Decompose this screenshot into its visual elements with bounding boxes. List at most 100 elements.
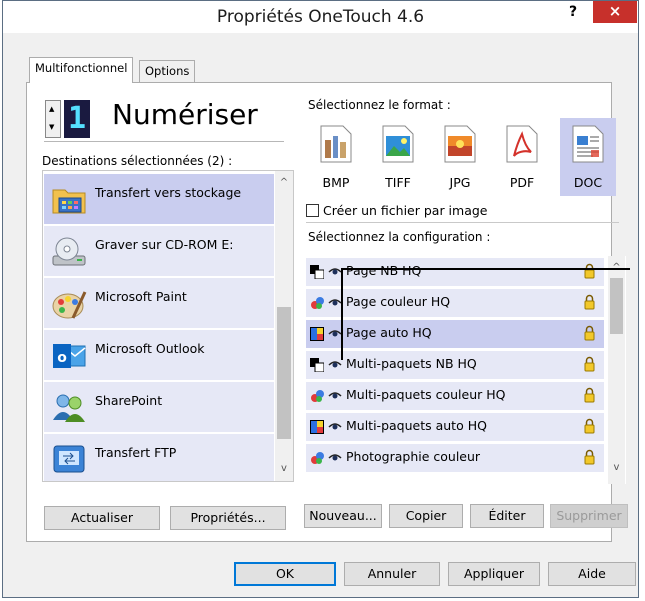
eye-icon	[328, 299, 342, 306]
configuration-list[interactable]: Page NB HQ Page couleur HQ Page auto HQ …	[306, 256, 626, 484]
title-bar: Propriétés OneTouch 4.6 ? ×	[3, 1, 638, 33]
outlook-icon: o	[53, 344, 86, 368]
config-label: Multi-paquets NB HQ	[346, 356, 477, 371]
function-selector: ▲ ▼ 1	[45, 100, 93, 138]
help-icon[interactable]: ?	[563, 4, 583, 26]
format-pdf[interactable]: PDF	[494, 118, 550, 196]
config-label: Page couleur HQ	[346, 294, 451, 309]
lock-icon	[584, 418, 595, 434]
refresh-button[interactable]: Actualiser	[44, 506, 160, 530]
copy-config-button[interactable]: Copier	[389, 504, 463, 528]
configuration-header: Sélectionnez la configuration :	[308, 230, 491, 244]
destination-item-cd-rom[interactable]: Graver sur CD-ROM E:	[44, 226, 274, 276]
eye-icon	[328, 268, 342, 275]
format-tiff[interactable]: TIFF	[370, 118, 426, 196]
format-header: Sélectionnez le format :	[308, 98, 451, 112]
auto-page-icon	[310, 420, 324, 434]
eye-icon	[328, 423, 342, 430]
scroll-up-icon[interactable]: ^	[275, 177, 293, 188]
one-file-per-image-label: Créer un fichier par image	[323, 203, 488, 218]
eye-icon	[328, 361, 342, 368]
function-spinner[interactable]: ▲ ▼	[45, 100, 61, 138]
lock-icon	[584, 263, 595, 279]
bw-page-icon	[310, 358, 324, 372]
config-item-photographie-couleur[interactable]: Photographie couleur	[306, 444, 604, 472]
config-label: Multi-paquets couleur HQ	[346, 387, 506, 402]
color-page-icon	[311, 297, 324, 309]
callout-line-horizontal	[342, 268, 630, 270]
color-page-icon	[311, 452, 324, 464]
config-item-multi-paquets-nb-hq[interactable]: Multi-paquets NB HQ	[306, 351, 604, 379]
destination-label: Transfert vers stockage	[95, 185, 242, 200]
spin-down-icon[interactable]: ▼	[49, 123, 54, 131]
destination-label: SharePoint	[95, 393, 163, 408]
format-label: DOC	[573, 175, 603, 190]
scroll-thumb[interactable]	[610, 278, 623, 334]
format-label: PDF	[509, 175, 535, 190]
function-number-display: 1	[64, 100, 90, 138]
edit-config-button[interactable]: Éditer	[470, 504, 544, 528]
lock-icon	[584, 356, 595, 372]
color-page-icon	[311, 390, 324, 402]
destination-label: Microsoft Paint	[95, 289, 187, 304]
destination-item-ftp[interactable]: Transfert FTP	[44, 434, 274, 481]
spin-up-icon[interactable]: ▲	[49, 105, 54, 113]
format-jpg[interactable]: JPG	[432, 118, 488, 196]
ok-button[interactable]: OK	[234, 562, 336, 586]
destination-item-outlook[interactable]: o Microsoft Outlook	[44, 330, 274, 380]
configuration-scrollbar[interactable]: ^ v	[608, 256, 625, 484]
format-label: TIFF	[385, 175, 411, 190]
destination-label: Transfert FTP	[95, 445, 177, 460]
format-bmp[interactable]: BMP	[308, 118, 364, 196]
one-file-per-image-checkbox[interactable]	[306, 204, 319, 217]
close-button[interactable]: ×	[593, 1, 637, 23]
svg-text:o: o	[57, 350, 67, 366]
config-label: Page NB HQ	[346, 263, 422, 278]
sharepoint-icon	[53, 394, 85, 422]
format-label: JPG	[449, 175, 471, 190]
pdf-file-icon	[506, 125, 538, 163]
ftp-icon	[53, 445, 85, 473]
bmp-file-icon	[320, 125, 352, 163]
destination-scrollbar[interactable]: ^ v	[275, 171, 293, 481]
tab-options[interactable]: Options	[139, 60, 196, 82]
config-item-multi-paquets-couleur-hq[interactable]: Multi-paquets couleur HQ	[306, 382, 604, 410]
tiff-file-icon	[382, 125, 414, 163]
config-item-page-auto-hq[interactable]: Page auto HQ	[306, 320, 604, 348]
destination-item-paint[interactable]: Microsoft Paint	[44, 278, 274, 328]
eye-icon	[328, 330, 342, 337]
config-item-multi-paquets-auto-hq[interactable]: Multi-paquets auto HQ	[306, 413, 604, 441]
config-item-page-couleur-hq[interactable]: Page couleur HQ	[306, 289, 604, 317]
callout-line-vertical	[341, 268, 343, 360]
destination-item-storage[interactable]: Transfert vers stockage	[44, 174, 274, 224]
format-divider	[306, 222, 619, 223]
paint-palette-icon	[52, 291, 87, 319]
auto-page-icon	[310, 327, 324, 341]
bw-page-icon	[310, 265, 324, 279]
destination-list[interactable]: Transfert vers stockage Graver sur CD-RO…	[42, 170, 294, 482]
scroll-down-icon[interactable]: v	[275, 463, 293, 474]
destination-label: Graver sur CD-ROM E:	[95, 237, 234, 252]
help-button[interactable]: Aide	[548, 562, 636, 586]
eye-icon	[328, 454, 342, 461]
config-label: Multi-paquets auto HQ	[346, 418, 487, 433]
eye-icon	[328, 392, 342, 399]
window-title: Propriétés OneTouch 4.6	[216, 7, 425, 27]
config-label: Photographie couleur	[346, 449, 481, 464]
function-label: Numériser	[112, 98, 258, 131]
scroll-thumb[interactable]	[277, 307, 291, 439]
destination-item-sharepoint[interactable]: SharePoint	[44, 382, 274, 432]
new-config-button[interactable]: Nouveau...	[304, 504, 382, 528]
tab-multifonctionnel[interactable]: Multifonctionnel	[29, 57, 134, 83]
apply-button[interactable]: Appliquer	[448, 562, 540, 586]
format-doc[interactable]: DOC	[560, 118, 616, 196]
delete-config-button[interactable]: Supprimer	[550, 504, 628, 528]
scroll-down-icon[interactable]: v	[608, 462, 625, 473]
cd-drive-icon	[52, 237, 86, 266]
destination-label: Microsoft Outlook	[95, 341, 205, 356]
destination-properties-button[interactable]: Propriétés...	[170, 506, 286, 530]
cancel-button[interactable]: Annuler	[344, 562, 440, 586]
config-item-page-nb-hq[interactable]: Page NB HQ	[306, 258, 604, 286]
jpg-file-icon	[444, 125, 476, 163]
lock-icon	[584, 294, 595, 310]
